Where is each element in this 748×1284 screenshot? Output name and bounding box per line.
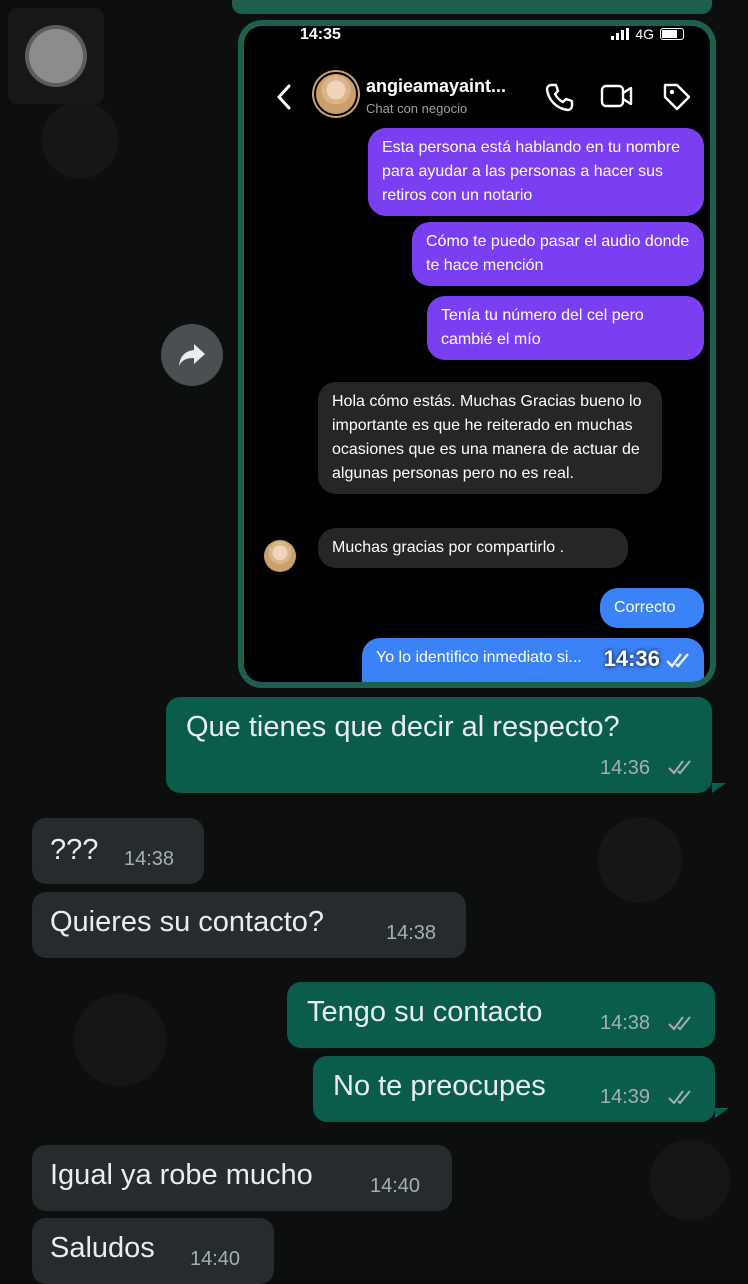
instagram-message: Esta persona está hablando en tu nombre … xyxy=(368,128,704,216)
instagram-subtitle: Chat con negocio xyxy=(366,101,468,116)
instagram-message: Cómo te puedo pasar el audio donde te ha… xyxy=(412,222,704,286)
message-bubble-out[interactable]: Tengo su contacto 14:38 xyxy=(287,982,715,1048)
image-timestamp: 14:36 xyxy=(604,646,696,672)
message-bubble-out[interactable]: No te preocupes 14:39 xyxy=(313,1056,715,1122)
message-time: 14:38 xyxy=(386,922,437,944)
message-bubble-in[interactable]: Igual ya robe mucho 14:40 xyxy=(32,1145,452,1211)
message-bubble-out[interactable]: Que tienes que decir al respecto? 14:36 xyxy=(166,697,712,793)
status-time: 14:35 xyxy=(300,26,341,43)
network-label: 4G xyxy=(635,26,654,42)
double-check-icon xyxy=(668,1090,691,1105)
phone-icon[interactable] xyxy=(544,82,574,112)
bubble-tail xyxy=(712,783,726,793)
message-text: Quieres su contacto? xyxy=(50,906,325,938)
message-time: 14:38 xyxy=(124,848,175,870)
message-time: 14:40 xyxy=(370,1175,421,1197)
message-text: No te preocupes xyxy=(333,1070,546,1102)
instagram-message: Hola cómo estás. Muchas Gracias bueno lo… xyxy=(318,382,662,494)
message-text: ??? xyxy=(50,834,99,866)
image-message[interactable]: 14:35 4G angieamayaint... Chat con negoc… xyxy=(238,20,716,688)
back-icon[interactable] xyxy=(276,84,292,110)
double-check-icon xyxy=(668,1016,691,1031)
message-text: Igual ya robe mucho xyxy=(50,1159,313,1191)
video-icon[interactable] xyxy=(600,83,634,109)
message-bubble-in[interactable]: Saludos 14:40 xyxy=(32,1218,274,1284)
message-text: Que tienes que decir al respecto? xyxy=(186,711,620,743)
contact-avatar[interactable] xyxy=(8,8,104,104)
message-bubble-in[interactable]: Quieres su contacto? 14:38 xyxy=(32,892,466,958)
message-time: 14:36 xyxy=(600,757,651,779)
battery-icon xyxy=(660,28,684,40)
embedded-status-bar: 14:35 4G xyxy=(244,26,710,48)
message-time: 14:39 xyxy=(600,1086,651,1108)
message-time: 14:40 xyxy=(190,1248,241,1270)
instagram-avatar[interactable] xyxy=(316,74,356,114)
previous-message-bubble xyxy=(232,0,712,14)
message-text: Saludos xyxy=(50,1232,155,1264)
bubble-tail xyxy=(715,1108,729,1118)
instagram-message: Muchas gracias por compartirlo . xyxy=(318,528,628,568)
instagram-message: Tenía tu número del cel pero cambié el m… xyxy=(427,296,704,360)
double-check-icon xyxy=(668,760,691,775)
forward-icon[interactable] xyxy=(161,324,223,386)
instagram-username[interactable]: angieamayaint... xyxy=(366,76,506,97)
tag-icon[interactable] xyxy=(662,82,692,112)
signal-icon xyxy=(611,28,630,40)
sender-avatar xyxy=(264,540,296,572)
instagram-message: Correcto xyxy=(600,588,704,628)
message-time: 14:38 xyxy=(600,1012,651,1034)
message-text: Tengo su contacto xyxy=(307,996,543,1028)
instagram-chat-header: angieamayaint... Chat con negocio xyxy=(244,66,710,128)
message-bubble-in[interactable]: ??? 14:38 xyxy=(32,818,204,884)
